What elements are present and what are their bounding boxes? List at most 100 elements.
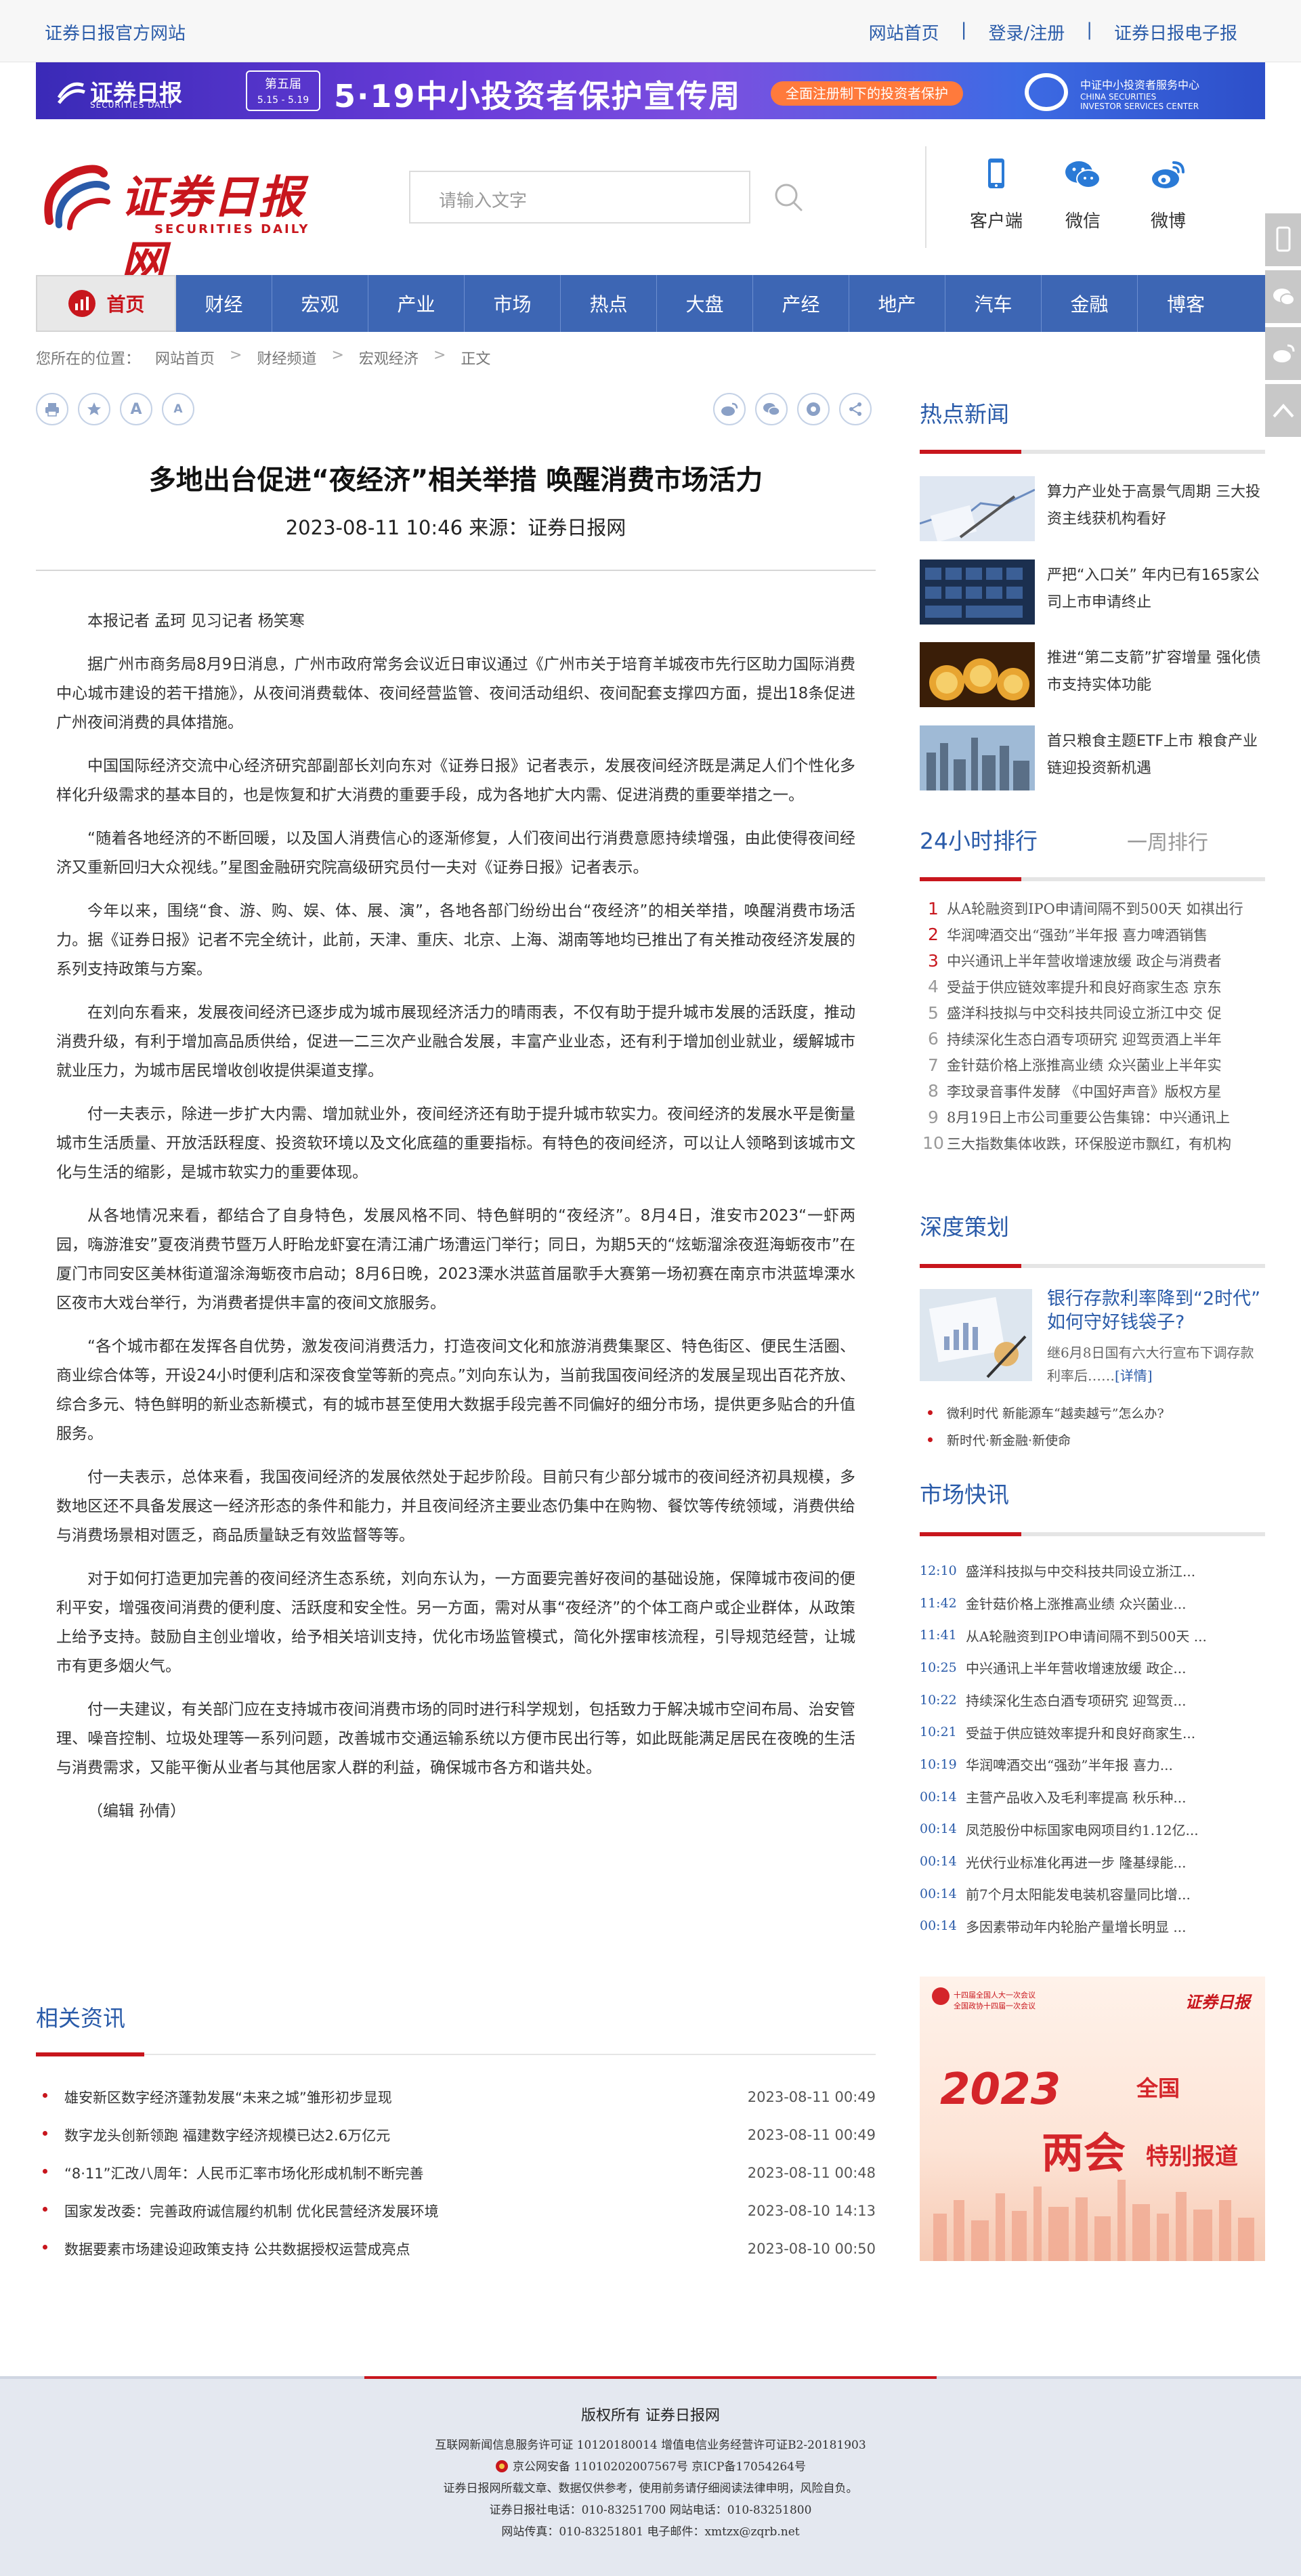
search-input[interactable]: 请输入文字 xyxy=(409,171,750,224)
flash-text[interactable]: 主营产品收入及毛利率提高 秋乐种... xyxy=(966,1787,1264,1807)
list-item[interactable]: 8 李玟录音事件发酵 《中国好声音》版权方星 xyxy=(920,1078,1265,1105)
nav-item-finance[interactable]: 财经 xyxy=(176,275,272,332)
font-increase-icon[interactable]: A xyxy=(120,393,152,425)
rank-title[interactable]: 三大指数集体收跌，环保股逆市飘红，有机构 xyxy=(947,1133,1258,1154)
deep-feature-image[interactable] xyxy=(920,1289,1032,1381)
rank-title[interactable]: 盛洋科技拟与中交科技共同设立浙江中交 促 xyxy=(947,1002,1258,1023)
back-to-top-button[interactable] xyxy=(1265,384,1301,437)
rank-title[interactable]: 华润啤酒交出“强劲”半年报 喜力啤酒销售 xyxy=(947,925,1258,945)
list-item[interactable]: 6 持续深化生态白酒专项研究 迎驾贡酒上半年 xyxy=(920,1026,1265,1053)
rank-title[interactable]: 8月19日上市公司重要公告集锦：中兴通讯上 xyxy=(947,1107,1258,1127)
deep-feature-headline[interactable]: 银行存款利率降到“2时代” 如何守好钱袋子? xyxy=(1047,1287,1265,1334)
nav-item-realestate[interactable]: 地产 xyxy=(849,275,945,332)
flash-text[interactable]: 凤范股份中标国家电网项目约1.12亿... xyxy=(966,1819,1264,1839)
nav-item-index[interactable]: 大盘 xyxy=(657,275,753,332)
list-item[interactable]: 10:25 中兴通讯上半年营收增速放缓 政企... xyxy=(920,1651,1265,1684)
site-logo[interactable]: 证券日报网 SECURITIES DAILY xyxy=(36,146,320,289)
breadcrumb-finance[interactable]: 财经频道 xyxy=(257,347,316,368)
nav-item-market[interactable]: 市场 xyxy=(465,275,561,332)
breadcrumb-macro[interactable]: 宏观经济 xyxy=(359,347,419,368)
list-item[interactable]: 12:10 盛洋科技拟与中交科技共同设立浙江... xyxy=(920,1555,1265,1587)
related-title[interactable]: 数据要素市场建设迎政策支持 公共数据授权运营成亮点 xyxy=(36,2239,410,2259)
related-title[interactable]: “8·11”汇改八周年：人民币汇率市场化形成机制不断完善 xyxy=(36,2163,424,2183)
rank-title[interactable]: 从A轮融资到IPO申请间隔不到500天 如祺出行 xyxy=(947,898,1258,919)
nav-item-auto[interactable]: 汽车 xyxy=(945,275,1042,332)
hot-news-item[interactable]: 严把“入口关” 年内已有165家公司上市申请终止 xyxy=(920,559,1265,625)
list-item[interactable]: 2 华润啤酒交出“强劲”半年报 喜力啤酒销售 xyxy=(920,922,1265,948)
list-item[interactable]: 10:22 持续深化生态白酒专项研究 迎驾贡... xyxy=(920,1684,1265,1716)
deep-feature-link[interactable]: 微利时代 新能源车“越卖越亏”怎么办? xyxy=(920,1400,1265,1427)
float-phone-button[interactable] xyxy=(1265,213,1301,266)
app-client-link[interactable]: 客户端 xyxy=(956,157,1037,232)
list-item[interactable]: 7 金针菇价格上涨推高业绩 众兴菌业上半年实 xyxy=(920,1052,1265,1078)
font-decrease-icon[interactable]: A xyxy=(162,393,194,425)
deep-feature-more-link[interactable]: [详情] xyxy=(1115,1368,1153,1384)
flash-text[interactable]: 华润啤酒交出“强劲”半年报 喜力... xyxy=(966,1754,1264,1774)
list-item[interactable]: 5 盛洋科技拟与中交科技共同设立浙江中交 促 xyxy=(920,1000,1265,1026)
official-site-link[interactable]: 证券日报官方网站 xyxy=(45,20,186,45)
flash-text[interactable]: 光伏行业标准化再进一步 隆基绿能... xyxy=(966,1852,1264,1872)
flash-text[interactable]: 持续深化生态白酒专项研究 迎驾贡... xyxy=(966,1690,1264,1710)
nav-item-hot[interactable]: 热点 xyxy=(561,275,657,332)
flash-text[interactable]: 多因素带动年内轮胎产量增长明显 ... xyxy=(966,1916,1264,1936)
weibo-link[interactable]: 微博 xyxy=(1128,157,1209,232)
nav-item-macro[interactable]: 宏观 xyxy=(272,275,368,332)
deep-feature-link[interactable]: 新时代·新金融·新使命 xyxy=(920,1427,1265,1454)
list-item[interactable]: 11:41 从A轮融资到IPO申请间隔不到500天 ... xyxy=(920,1619,1265,1651)
nav-item-banking[interactable]: 金融 xyxy=(1042,275,1138,332)
list-item[interactable]: 9 8月19日上市公司重要公告集锦：中兴通讯上 xyxy=(920,1104,1265,1131)
list-item[interactable]: 1 从A轮融资到IPO申请间隔不到500天 如祺出行 xyxy=(920,895,1265,922)
home-link[interactable]: 网站首页 xyxy=(869,20,939,45)
list-item[interactable]: 00:14 光伏行业标准化再进一步 隆基绿能... xyxy=(920,1845,1265,1878)
flash-text[interactable]: 中兴通讯上半年营收增速放缓 政企... xyxy=(966,1657,1264,1677)
hot-news-item[interactable]: 推进“第二支箭”扩容增量 强化债市支持实体功能 xyxy=(920,642,1265,707)
list-item[interactable]: 雄安新区数字经济蓬勃发展“未来之城”雏形初步显现 2023-08-11 00:49 xyxy=(36,2078,876,2116)
print-icon[interactable] xyxy=(36,393,68,425)
list-item[interactable]: 数字龙头创新领跑 福建数字经济规模已达2.6万亿元 2023-08-11 00:4… xyxy=(36,2116,876,2154)
promo-banner[interactable]: 证券日报 SECURITIES DAILY 第五届 5.15 - 5.19 5·… xyxy=(36,62,1265,119)
rank-title[interactable]: 受益于供应链效率提升和良好商家生态 京东 xyxy=(947,977,1258,997)
hot-news-item[interactable]: 首只粮食主题ETF上市 粮食产业链迎投资新机遇 xyxy=(920,725,1265,790)
qzone-share-icon[interactable] xyxy=(797,393,830,425)
nav-item-industry[interactable]: 产业 xyxy=(368,275,465,332)
wechat-link[interactable]: 微信 xyxy=(1042,157,1124,232)
rank-title[interactable]: 金针菇价格上涨推高业绩 众兴菌业上半年实 xyxy=(947,1055,1258,1075)
e-paper-link[interactable]: 证券日报电子报 xyxy=(1114,20,1237,45)
flash-text[interactable]: 受益于供应链效率提升和良好商家生... xyxy=(966,1723,1264,1742)
two-sessions-ad[interactable]: 十四届全国人大一次会议 全国政协十四届一次会议 证券日报 2023 全国 两会 … xyxy=(920,1977,1265,2261)
list-item[interactable]: 4 受益于供应链效率提升和良好商家生态 京东 xyxy=(920,974,1265,1000)
list-item[interactable]: 00:14 主营产品收入及毛利率提高 秋乐种... xyxy=(920,1781,1265,1813)
flash-text[interactable]: 金针菇价格上涨推高业绩 众兴菌业... xyxy=(966,1593,1264,1613)
rank-title[interactable]: 李玟录音事件发酵 《中国好声音》版权方星 xyxy=(947,1081,1258,1101)
related-title[interactable]: 国家发改委：完善政府诚信履约机制 优化民营经济发展环境 xyxy=(36,2201,439,2221)
flash-text[interactable]: 前7个月太阳能发电装机容量同比增... xyxy=(966,1884,1264,1903)
search-icon[interactable] xyxy=(770,179,808,217)
float-weibo-button[interactable] xyxy=(1265,327,1301,380)
list-item[interactable]: “8·11”汇改八周年：人民币汇率市场化形成机制不断完善 2023-08-11 0… xyxy=(36,2154,876,2192)
nav-item-economy[interactable]: 产经 xyxy=(753,275,849,332)
list-item[interactable]: 00:14 多因素带动年内轮胎产量增长明显 ... xyxy=(920,1910,1265,1943)
wechat-share-icon[interactable] xyxy=(755,393,788,425)
list-item[interactable]: 数据要素市场建设迎政策支持 公共数据授权运营成亮点 2023-08-10 00:5… xyxy=(36,2230,876,2268)
list-item[interactable]: 国家发改委：完善政府诚信履约机制 优化民营经济发展环境 2023-08-10 14… xyxy=(36,2192,876,2230)
related-title[interactable]: 雄安新区数字经济蓬勃发展“未来之城”雏形初步显现 xyxy=(36,2087,392,2107)
nav-item-blog[interactable]: 博客 xyxy=(1138,275,1234,332)
list-item[interactable]: 10:19 华润啤酒交出“强劲”半年报 喜力... xyxy=(920,1748,1265,1781)
favorite-icon[interactable] xyxy=(78,393,110,425)
list-item[interactable]: 10:21 受益于供应链效率提升和良好商家生... xyxy=(920,1716,1265,1748)
list-item[interactable]: 00:14 凤范股份中标国家电网项目约1.12亿... xyxy=(920,1813,1265,1846)
flash-text[interactable]: 盛洋科技拟与中交科技共同设立浙江... xyxy=(966,1561,1264,1580)
rank-title[interactable]: 持续深化生态白酒专项研究 迎驾贡酒上半年 xyxy=(947,1029,1258,1049)
list-item[interactable]: 00:14 前7个月太阳能发电装机容量同比增... xyxy=(920,1878,1265,1910)
flash-text[interactable]: 从A轮融资到IPO申请间隔不到500天 ... xyxy=(966,1626,1264,1645)
login-register-link[interactable]: 登录/注册 xyxy=(988,20,1065,45)
list-item[interactable]: 10 三大指数集体收跌，环保股逆市飘红，有机构 xyxy=(920,1131,1265,1157)
tab-weekly-ranking[interactable]: 一周排行 xyxy=(1127,826,1208,856)
hot-news-item[interactable]: 算力产业处于高景气周期 三大投资主线获机构看好 xyxy=(920,476,1265,541)
weibo-share-icon[interactable] xyxy=(713,393,746,425)
nav-home[interactable]: 首页 xyxy=(36,275,176,332)
rank-title[interactable]: 中兴通讯上半年营收增速放缓 政企与消费者 xyxy=(947,950,1258,971)
tab-24h-ranking[interactable]: 24小时排行 xyxy=(920,823,1038,856)
related-title[interactable]: 数字龙头创新领跑 福建数字经济规模已达2.6万亿元 xyxy=(36,2125,390,2145)
more-share-icon[interactable] xyxy=(839,393,872,425)
